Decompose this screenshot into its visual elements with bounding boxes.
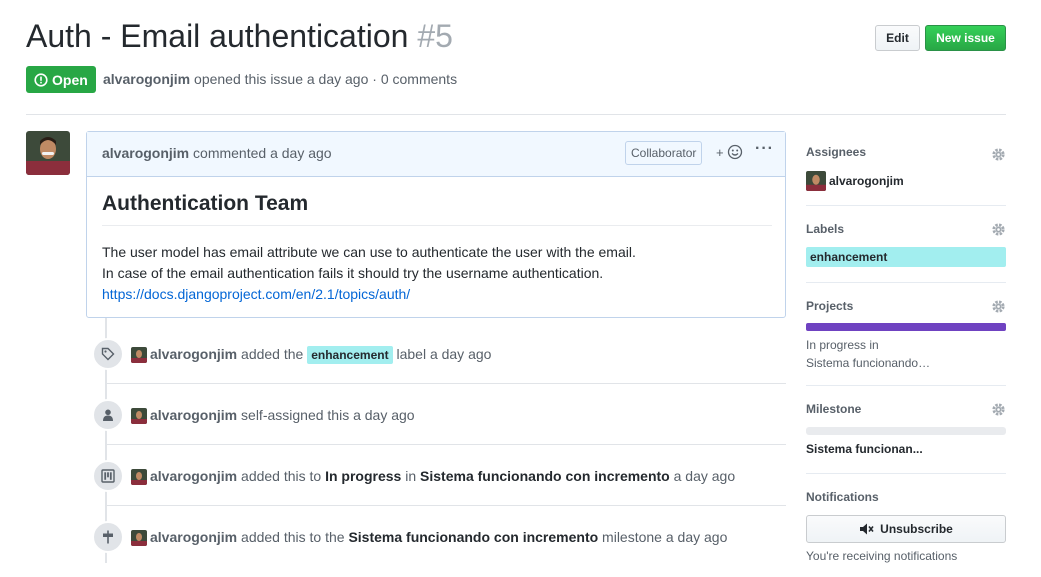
assignee-name: alvarogonjim <box>829 174 904 188</box>
sidebar-divider <box>806 205 1006 206</box>
avatar[interactable] <box>131 530 147 546</box>
comment-heading: Authentication Team <box>102 192 772 226</box>
issue-meta: alvarogonjim opened this issue a day ago… <box>103 71 457 87</box>
plus-icon: + <box>716 145 724 160</box>
event-text-part: label a day ago <box>396 346 492 362</box>
project-info[interactable]: In progress in Sistema funcionando… <box>806 336 930 372</box>
project-icon <box>92 460 124 492</box>
event-divider <box>106 444 786 445</box>
comment-meta: alvarogonjim commented a day ago <box>102 145 332 161</box>
collaborator-badge: Collaborator <box>625 141 703 165</box>
sidebar-divider <box>806 385 1006 386</box>
event-user-link[interactable]: alvarogonjim <box>150 468 237 484</box>
avatar[interactable] <box>131 408 147 424</box>
project-name: Sistema funcionando… <box>806 356 931 370</box>
avatar <box>806 171 826 191</box>
notifications-heading: Notifications <box>806 490 879 504</box>
assignee-item[interactable]: alvarogonjim <box>806 171 904 191</box>
gear-icon[interactable] <box>991 222 1006 237</box>
event-text-part: added this to <box>241 468 322 484</box>
notification-text: You're receiving notifications <box>806 549 958 563</box>
issue-number: #5 <box>417 18 453 54</box>
status-label: Open <box>52 71 88 88</box>
issue-title-text: Auth - Email authentication <box>26 18 409 54</box>
timeline-event: alvarogonjim added this to the Sistema f… <box>90 516 786 577</box>
labels-heading: Labels <box>806 222 845 236</box>
issue-meta-text: opened this issue a day ago · 0 comments <box>194 71 458 87</box>
edit-button[interactable]: Edit <box>875 25 920 51</box>
gear-icon[interactable] <box>991 299 1006 314</box>
milestone-name[interactable]: Sistema funcionan... <box>806 442 923 456</box>
milestone-link[interactable]: Sistema funcionando con incremento <box>348 529 598 545</box>
comment-time[interactable]: commented a day ago <box>193 145 332 161</box>
event-user-link[interactable]: alvarogonjim <box>150 407 237 423</box>
comment-box: alvarogonjim commented a day ago Collabo… <box>86 131 786 318</box>
comment-author-link[interactable]: alvarogonjim <box>102 145 189 161</box>
avatar[interactable] <box>131 469 147 485</box>
new-issue-button[interactable]: New issue <box>925 25 1006 51</box>
event-text-part: added the <box>241 346 304 362</box>
project-link[interactable]: Sistema funcionando con incremento <box>420 468 670 484</box>
assignees-heading: Assignees <box>806 145 867 159</box>
gear-icon[interactable] <box>991 402 1006 417</box>
timeline-event: alvarogonjim added the enhancement label… <box>90 333 786 394</box>
milestone-icon <box>92 521 124 553</box>
tag-icon <box>92 338 124 370</box>
event-text: alvarogonjim added this to In progress i… <box>150 468 735 484</box>
projects-heading: Projects <box>806 299 854 313</box>
project-column: In progress in <box>806 338 879 352</box>
issue-opened-icon <box>34 72 48 87</box>
event-text: alvarogonjim added this to the Sistema f… <box>150 529 727 545</box>
person-icon <box>92 399 124 431</box>
gear-icon[interactable] <box>991 147 1006 162</box>
kebab-menu-icon[interactable]: ··· <box>755 140 774 158</box>
smiley-icon <box>728 144 743 160</box>
milestone-progress-bar <box>806 427 1006 435</box>
sidebar-label[interactable]: enhancement <box>806 247 1006 267</box>
issue-title: Auth - Email authentication #5 <box>26 18 453 55</box>
project-column-link[interactable]: In progress <box>325 468 401 484</box>
issue-author-link[interactable]: alvarogonjim <box>103 71 190 87</box>
comment-line-2: In case of the email authentication fail… <box>102 265 604 281</box>
sidebar-divider <box>806 282 1006 283</box>
milestone-heading: Milestone <box>806 402 862 416</box>
comment-paragraph: The user model has email attribute we ca… <box>102 242 772 305</box>
project-progress-bar <box>806 323 1006 331</box>
timeline-event: alvarogonjim added this to In progress i… <box>90 455 786 516</box>
event-user-link[interactable]: alvarogonjim <box>150 529 237 545</box>
comment-line-1: The user model has email attribute we ca… <box>102 244 636 260</box>
event-text-part: a day ago <box>673 468 736 484</box>
event-text-part: added this to the <box>241 529 345 545</box>
comment-header: alvarogonjim commented a day ago Collabo… <box>87 132 785 177</box>
event-text-part: in <box>405 468 417 484</box>
timeline-event: alvarogonjim self-assigned this a day ag… <box>90 394 786 455</box>
event-text-part: self-assigned this a day ago <box>241 407 415 423</box>
add-reaction-button[interactable]: + <box>716 144 743 160</box>
comment-body: Authentication Team The user model has e… <box>102 192 772 305</box>
event-text: alvarogonjim self-assigned this a day ag… <box>150 407 415 423</box>
avatar[interactable] <box>26 131 70 175</box>
event-text: alvarogonjim added the enhancement label… <box>150 346 491 364</box>
status-badge: Open <box>26 66 96 93</box>
mute-icon <box>860 523 874 535</box>
event-divider <box>106 383 786 384</box>
unsubscribe-label: Unsubscribe <box>880 522 953 536</box>
label-badge[interactable]: enhancement <box>307 346 393 364</box>
docs-link[interactable]: https://docs.djangoproject.com/en/2.1/to… <box>102 286 410 302</box>
event-divider <box>106 505 786 506</box>
sidebar-divider <box>806 473 1006 474</box>
event-user-link[interactable]: alvarogonjim <box>150 346 237 362</box>
unsubscribe-button[interactable]: Unsubscribe <box>806 515 1006 543</box>
avatar[interactable] <box>131 347 147 363</box>
event-text-part: milestone a day ago <box>602 529 728 545</box>
header-divider <box>26 114 1006 115</box>
